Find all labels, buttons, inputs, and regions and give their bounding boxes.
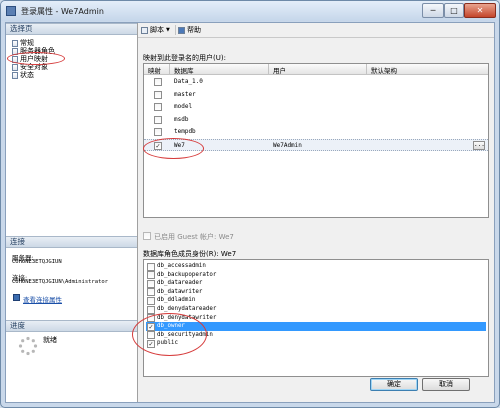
- page-icon: [12, 71, 18, 79]
- progress-spinner-icon: [18, 336, 38, 356]
- map-checkbox[interactable]: [154, 128, 162, 136]
- table-row[interactable]: Data_1.0: [144, 76, 488, 88]
- user-mapping-grid: 映射 数据库 用户 默认架构 Data_1.0master model msdb te…: [143, 63, 489, 218]
- role-checkbox[interactable]: [147, 331, 155, 340]
- help-label: 帮助: [187, 26, 201, 34]
- page-icon: [12, 39, 18, 47]
- mapping-label: 映射到此登录名的用户(U):: [143, 54, 226, 62]
- role-checkbox[interactable]: [147, 271, 155, 280]
- page-icon: [12, 55, 18, 63]
- app-icon: [6, 6, 16, 16]
- help-button[interactable]: 帮助: [178, 25, 201, 35]
- table-row[interactable]: master: [144, 89, 488, 101]
- map-checkbox[interactable]: [154, 103, 162, 111]
- script-icon: [141, 26, 148, 34]
- database-cell: We7: [174, 141, 185, 149]
- dialog-client: 选择页 常规 服务器角色 用户映射 安全对象 状态 连接 服务器: CUHONE3ETQ…: [5, 22, 495, 403]
- role-checkbox[interactable]: [147, 305, 155, 314]
- map-checkbox[interactable]: [154, 115, 162, 124]
- role-checkbox[interactable]: [147, 279, 155, 288]
- help-icon: [178, 26, 185, 34]
- title-bar[interactable]: 登录属性 - We7Admin ─ □ ✕: [1, 1, 499, 21]
- database-cell: Data_1.0: [174, 78, 203, 85]
- view-connection-properties-link[interactable]: 查看连接属性: [23, 294, 62, 304]
- minimize-button[interactable]: ─: [422, 3, 444, 18]
- right-pane: 脚本 ▼ 帮助 映射到此登录名的用户(U): 映射 数据库 用户 默认架构 Da…: [132, 23, 494, 383]
- connection-value: CUHONE3ETQJGIUN\Administrator: [12, 279, 109, 285]
- list-item[interactable]: ✓ public: [146, 339, 486, 348]
- map-checkbox[interactable]: [154, 78, 162, 86]
- server-value: CUHONE3ETQJGIUN: [12, 259, 62, 265]
- col-header-user: 用户: [273, 67, 286, 75]
- toolbar-separator: [175, 25, 176, 35]
- role-checkbox[interactable]: ✓: [147, 322, 155, 331]
- role-checkbox[interactable]: [147, 314, 155, 323]
- database-cell: model: [174, 103, 193, 110]
- database-cell: master: [174, 90, 196, 98]
- cancel-button[interactable]: 取消: [422, 378, 470, 391]
- close-button[interactable]: ✕: [464, 3, 496, 18]
- database-cell: msdb: [174, 115, 189, 123]
- script-label: 脚本: [150, 26, 164, 34]
- roles-label: 数据库角色成员身份(R): We7: [143, 250, 237, 258]
- user-cell[interactable]: We7Admin: [273, 142, 302, 149]
- toolbar: 脚本 ▼ 帮助: [138, 23, 494, 38]
- role-checkbox[interactable]: [147, 262, 155, 271]
- ok-button[interactable]: 确定: [370, 378, 418, 391]
- map-checkbox[interactable]: ✓: [154, 141, 162, 150]
- schema-browse-button[interactable]: ...: [473, 140, 485, 150]
- col-header-default-schema: 默认架构: [371, 67, 397, 75]
- guest-label: 已启用 Guest 帐户: We7: [154, 233, 234, 241]
- role-label: public: [157, 340, 178, 347]
- table-row[interactable]: model: [144, 101, 488, 113]
- chevron-down-icon: ▼: [166, 27, 170, 33]
- script-button[interactable]: 脚本 ▼: [141, 25, 170, 35]
- page-item-4[interactable]: 状态: [12, 71, 34, 79]
- left-pane: 选择页 常规 服务器角色 用户映射 安全对象 状态 连接 服务器: CUHONE3ETQ…: [6, 23, 138, 402]
- maximize-button[interactable]: □: [444, 3, 464, 18]
- progress-status: 就绪: [43, 336, 57, 344]
- grid-header: 映射 数据库 用户 默认架构: [144, 64, 488, 75]
- role-checkbox[interactable]: [147, 296, 155, 305]
- connection-header: 连接: [6, 236, 137, 248]
- progress-header: 进度: [6, 320, 137, 332]
- select-page-header: 选择页: [6, 23, 137, 35]
- table-row[interactable]: msdb: [144, 114, 488, 126]
- role-checkbox[interactable]: [147, 288, 155, 297]
- role-checkbox[interactable]: ✓: [147, 339, 155, 348]
- window-title: 登录属性 - We7Admin: [21, 7, 104, 16]
- page-icon: [12, 47, 18, 55]
- login-properties-window: 登录属性 - We7Admin ─ □ ✕ 选择页 常规 服务器角色 用户映射 安全对…: [0, 0, 500, 408]
- col-header-database: 数据库: [174, 67, 194, 75]
- page-item-label: 状态: [20, 71, 34, 79]
- page-icon: [12, 63, 18, 71]
- map-checkbox[interactable]: [154, 90, 162, 99]
- connection-properties-icon: [13, 294, 20, 301]
- col-header-map: 映射: [148, 67, 161, 75]
- role-membership-list: db_accessadmin db_backupoperator db_datare…: [143, 259, 489, 377]
- guest-checkbox[interactable]: [143, 232, 151, 240]
- database-cell: tempdb: [174, 128, 196, 135]
- table-row[interactable]: ✓ We7 We7Admin...: [144, 138, 488, 151]
- table-row[interactable]: tempdb: [144, 126, 488, 138]
